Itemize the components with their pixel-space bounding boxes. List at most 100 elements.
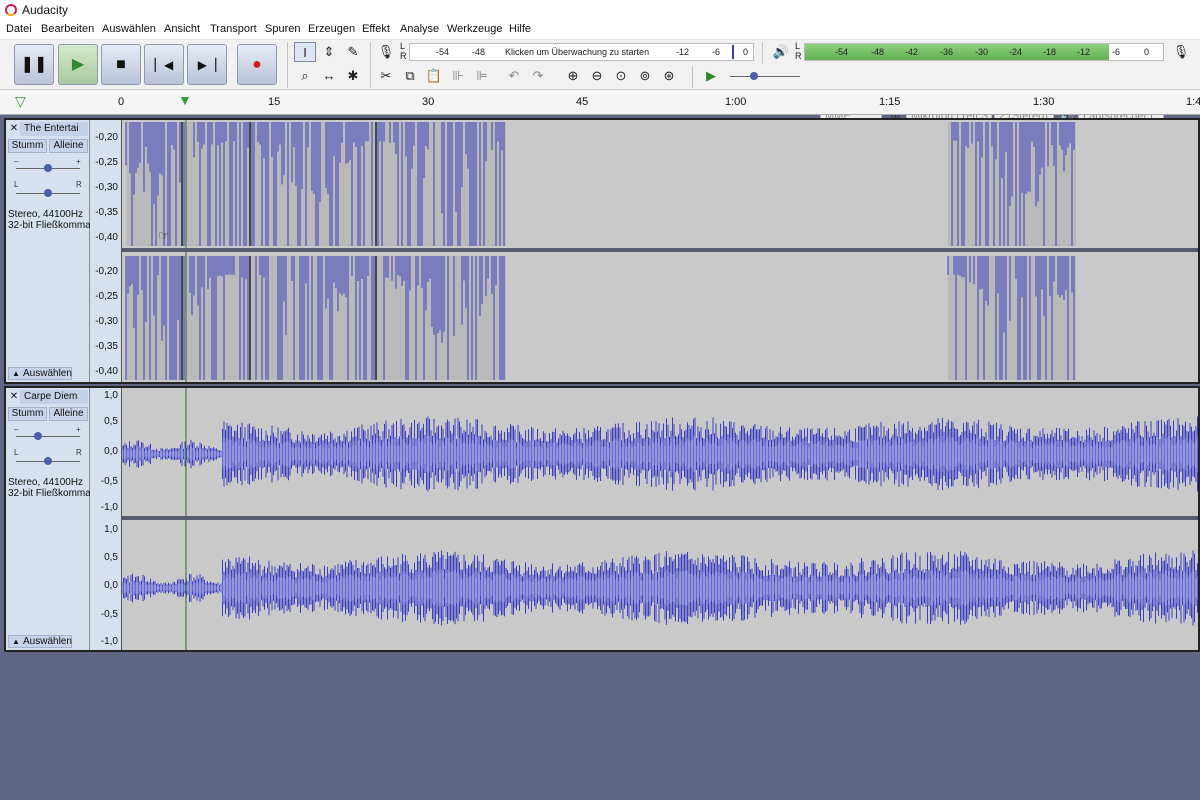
meter-right-label: R [400,51,407,61]
audacity-logo-icon [5,4,17,16]
toolbar-separator [762,42,763,64]
play-speed-knob[interactable] [750,72,758,80]
fit-selection-icon[interactable]: ⊙ [610,66,632,86]
cut-icon[interactable]: ✂ [375,66,397,86]
play-at-speed-icon[interactable]: ▶ [700,66,722,86]
pan-slider-knob[interactable] [44,189,52,197]
timeline-label: 1:00 [725,96,747,108]
playback-meter-level [805,44,1110,60]
track-name-menu[interactable]: Carpe Diem [20,390,88,404]
menu-hilfe[interactable]: Hilfe [509,23,531,35]
scale-label: -1,0 [100,636,118,647]
pause-button[interactable]: ❚❚ [14,44,54,85]
playback-meter-tick: -18 [1043,47,1057,57]
toolbar-separator [287,42,288,88]
scale-label: -0,30 [95,182,118,193]
audio-clip [126,256,506,380]
pan-slider[interactable] [16,189,80,197]
pin-icon[interactable]: ▽ [15,93,26,110]
timeline-label: 45 [576,96,589,108]
timeline-label: 0 [118,96,125,108]
record-meter-tick: 0 [743,47,749,57]
audio-track[interactable]: ✕ The Entertai Stumm Alleine – + L R Ste… [4,118,1200,384]
scale-label: -0,20 [95,266,118,277]
track-name-menu[interactable]: The Entertai [20,122,88,136]
menu-analyse[interactable]: Analyse [400,23,439,35]
zoom-in-icon[interactable]: ⊕ [562,66,584,86]
playhead-icon[interactable]: ▼ [178,92,192,108]
play-speed-slider[interactable] [730,72,800,80]
pause-icon: ❚❚ [20,56,48,73]
scale-label: 0,0 [104,446,118,457]
selection-tool-icon[interactable]: I [294,42,316,62]
scale-label: 0,5 [104,416,118,427]
gain-plus-label: + [76,157,81,166]
audio-track[interactable]: ✕ Carpe Diem Stumm Alleine – + L R Stere… [4,386,1200,652]
skip-start-button[interactable]: ▏◀ [144,44,184,85]
timeshift-tool-icon[interactable]: ↔ [318,66,340,86]
close-track-icon[interactable]: ✕ [8,122,20,136]
vertical-scale[interactable]: -0,20 -0,25 -0,30 -0,35 -0,40 -0,20 -0,2… [90,120,122,382]
menu-datei[interactable]: Datei [6,23,32,35]
select-track-label: Auswählen [23,368,72,379]
redo-icon[interactable]: ↷ [527,66,549,86]
undo-icon[interactable]: ↶ [503,66,525,86]
record-meter-tick: -48 [472,47,486,57]
play-icon: ▶ [71,56,85,73]
solo-button[interactable]: Alleine [49,407,88,421]
mute-button[interactable]: Stumm [8,139,47,153]
pan-right-label: R [76,448,82,457]
zoom-toggle-icon[interactable]: ⊛ [658,66,680,86]
skip-end-button[interactable]: ▶▕ [187,44,227,85]
vertical-scale[interactable]: 1,0 0,5 0,0 -0,5 -1,0 1,0 0,5 0,0 -0,5 -… [90,388,122,650]
copy-icon[interactable]: ⧉ [399,66,421,86]
multi-tool-icon[interactable]: ✱ [342,66,364,86]
timeline-ruler[interactable]: ▽ ▼ 0 15 30 45 1:00 1:15 1:30 1:4 [0,90,1200,115]
gain-slider[interactable] [16,432,80,440]
solo-button[interactable]: Alleine [49,139,88,153]
track-bitdepth-info: 32-bit Fließkomma [8,488,91,499]
scale-label: -1,0 [100,502,118,513]
playback-meter-tick: -12 [1077,47,1091,57]
microphone-icon[interactable]: 🎙 [375,42,397,62]
collapse-icon: ▲ [12,369,20,378]
record-button[interactable]: ● [237,44,277,85]
silence-icon[interactable]: ⊫ [471,66,493,86]
gain-slider-knob[interactable] [44,164,52,172]
play-button[interactable]: ▶ [58,44,98,85]
record-meter[interactable]: -54 -48 Klicken um Überwachung zu starte… [409,43,754,61]
timeline-label: 15 [268,96,281,108]
gain-slider[interactable] [16,164,80,172]
menu-auswaehlen[interactable]: Auswählen [102,23,156,35]
mute-button[interactable]: Stumm [8,407,47,421]
close-track-icon[interactable]: ✕ [8,390,20,404]
stop-button[interactable]: ■ [101,44,141,85]
paste-icon[interactable]: 📋 [423,66,445,86]
menu-erzeugen[interactable]: Erzeugen [308,23,355,35]
gain-slider-knob[interactable] [34,432,42,440]
zoom-out-icon[interactable]: ⊖ [586,66,608,86]
select-track-button[interactable]: ▲ Auswählen [8,635,72,648]
pan-slider[interactable] [16,457,80,465]
speaker-icon[interactable]: 🔊 [770,42,792,62]
timeline-label: 1:15 [879,96,901,108]
scale-label: -0,40 [95,366,118,377]
menu-transport[interactable]: Transport [210,23,257,35]
playback-meter[interactable]: -54 -48 -42 -36 -30 -24 -18 -12 -6 0 [804,43,1164,61]
draw-tool-icon[interactable]: ✎ [342,42,364,62]
menu-ansicht[interactable]: Ansicht [164,23,200,35]
trim-icon[interactable]: ⊪ [447,66,469,86]
record-icon: ● [252,56,262,73]
microphone-icon[interactable]: 🎙 [1170,42,1192,62]
timeline-label: 1:4 [1186,96,1200,108]
pan-slider-knob[interactable] [44,457,52,465]
select-track-button[interactable]: ▲ Auswählen [8,367,72,380]
zoom-tool-icon[interactable]: ⌕ [294,66,316,86]
menu-bearbeiten[interactable]: Bearbeiten [41,23,94,35]
menu-effekt[interactable]: Effekt [362,23,390,35]
fit-project-icon[interactable]: ⊚ [634,66,656,86]
menu-spuren[interactable]: Spuren [265,23,300,35]
envelope-tool-icon[interactable]: ⇕ [318,42,340,62]
menu-werkzeuge[interactable]: Werkzeuge [447,23,502,35]
meter-left-label: L [400,41,406,51]
